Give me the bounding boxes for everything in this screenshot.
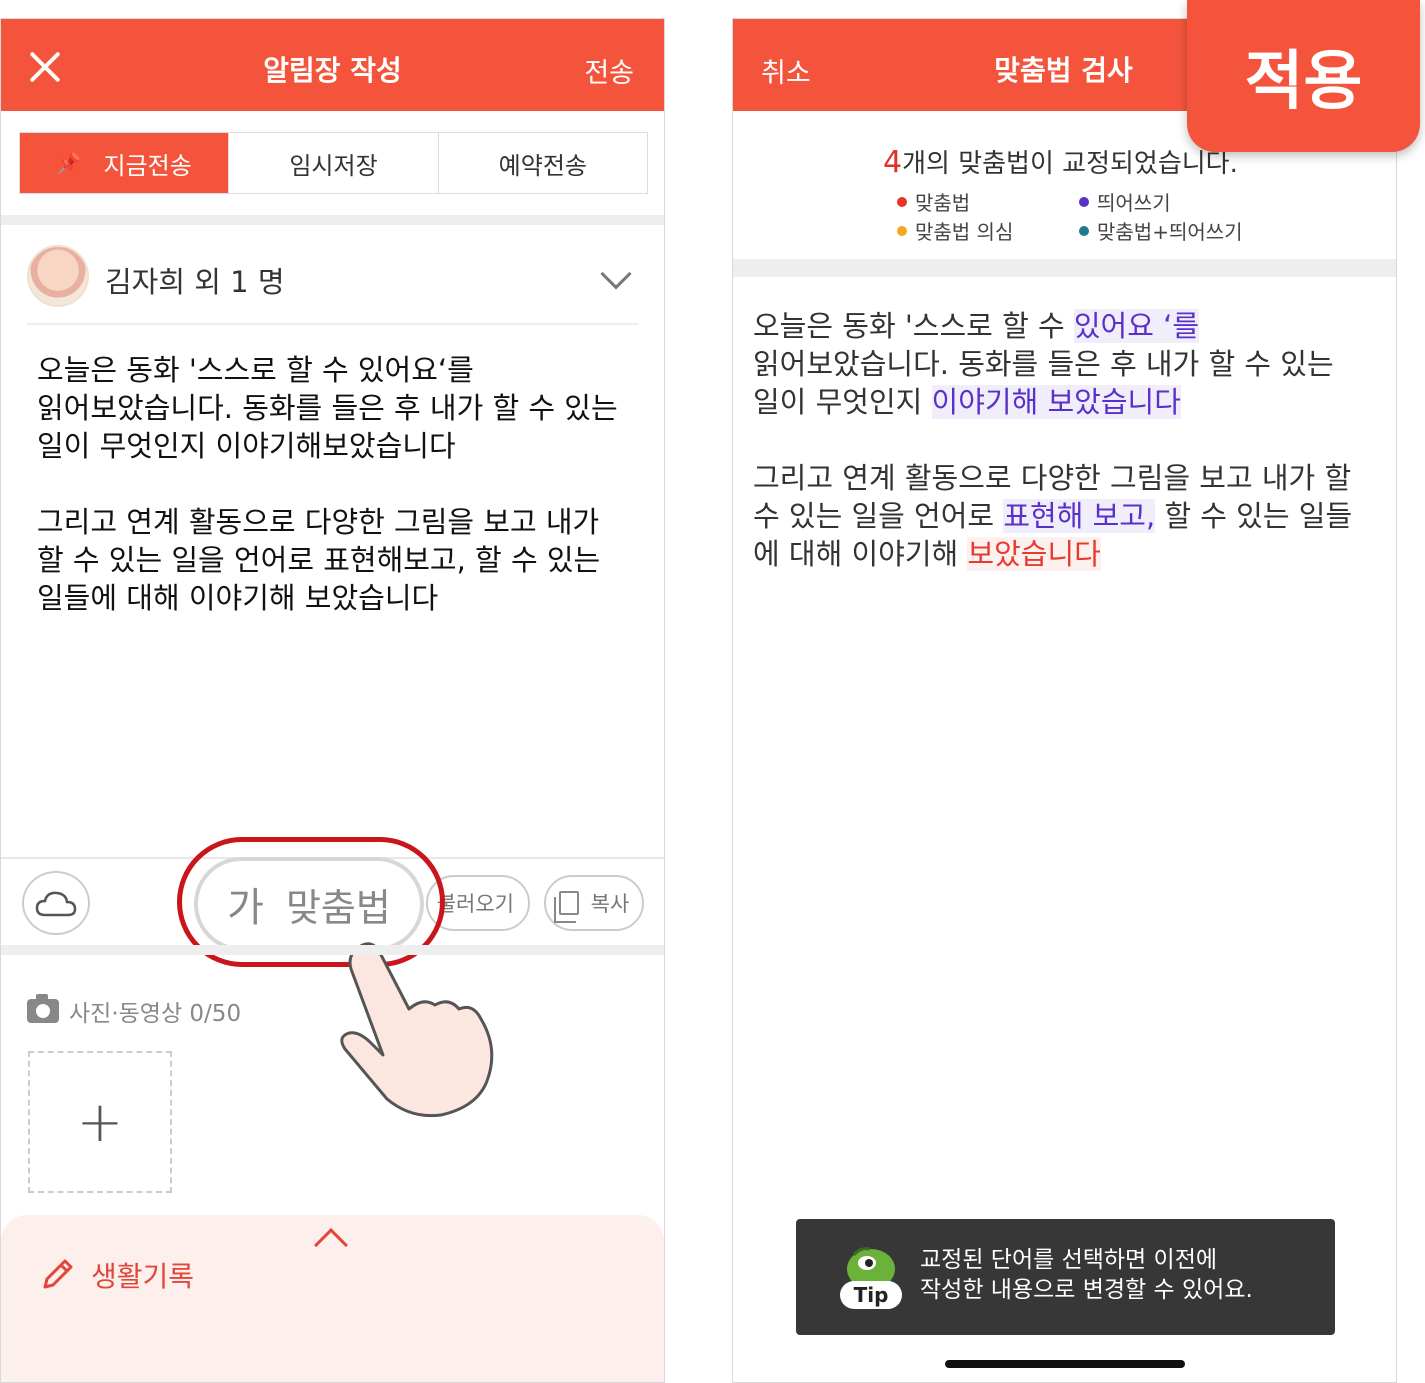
corrected-paragraph-2: 그리고 연계 활동으로 다양한 그림을 보고 내가 할 수 있는 일을 언어로 … bbox=[753, 459, 1378, 573]
tab-label: 예약전송 bbox=[498, 151, 587, 180]
tab-send-now[interactable]: 📌 지금전송 bbox=[20, 133, 230, 193]
legend-label: 맞춤법 bbox=[915, 191, 971, 215]
text-line: 읽어보았습니다. 동화를 들은 후 내가 할 수 있는 bbox=[753, 347, 1334, 381]
legend-dot bbox=[897, 196, 907, 207]
page-title: 알림장 작성 bbox=[263, 54, 402, 87]
tab-label: 지금전송 bbox=[103, 151, 192, 180]
chevron-down-icon[interactable] bbox=[600, 258, 632, 290]
legend-label: 맞춤법+띄어쓰기 bbox=[1097, 220, 1243, 244]
legend-item-spacing: 띄어쓰기 bbox=[1079, 187, 1171, 216]
apply-button[interactable]: 적용 bbox=[1187, 0, 1420, 152]
correction-spacing[interactable]: 이야기해 보았습니다 bbox=[931, 385, 1181, 419]
pencil-icon bbox=[43, 1259, 73, 1289]
copy-button[interactable]: 복사 bbox=[544, 875, 644, 931]
pointing-hand-icon bbox=[340, 942, 494, 1118]
divider bbox=[1, 215, 664, 225]
copy-label: 복사 bbox=[590, 892, 630, 916]
tip-line: 교정된 단어를 선택하면 이전에 bbox=[920, 1247, 1218, 1273]
copy-icon bbox=[553, 891, 579, 923]
spellcheck-screen: 취소 맞춤법 검사 4개의 맞춤법이 교정되었습니다. 맞춤법 띄어쓰기 맞춤법… bbox=[732, 18, 1397, 1383]
tip-badge: Tip bbox=[840, 1281, 902, 1309]
tip-toast: Tip 교정된 단어를 선택하면 이전에 작성한 내용으로 변경할 수 있어요. bbox=[796, 1219, 1335, 1335]
header: 알림장 작성 전송 bbox=[1, 19, 664, 111]
legend-dot bbox=[897, 225, 907, 236]
media-count-label: 사진·동영상 0/50 bbox=[69, 1001, 242, 1027]
text-run: 할 수 있는 일들 bbox=[1155, 499, 1353, 533]
tab-label: 임시저장 bbox=[289, 151, 378, 180]
chevron-up-icon[interactable] bbox=[314, 1228, 348, 1262]
life-record-sheet: 생활기록 bbox=[1, 1215, 664, 1382]
pin-icon: 📌 bbox=[56, 151, 82, 175]
divider bbox=[733, 259, 1396, 277]
text-run: 오늘은 동화 '스스로 할 수 bbox=[753, 309, 1074, 343]
notice-body-paragraph-1[interactable]: 오늘은 동화 '스스로 할 수 있어요‘를 읽어보았습니다. 동화를 들은 후 … bbox=[37, 351, 647, 465]
add-media-button[interactable]: + bbox=[28, 1051, 172, 1193]
notice-body-paragraph-2[interactable]: 그리고 연계 활동으로 다양한 그림을 보고 내가 할 수 있는 일을 언어로 … bbox=[37, 503, 647, 617]
send-button[interactable]: 전송 bbox=[584, 51, 634, 90]
legend-label: 맞춤법 의심 bbox=[915, 220, 1014, 244]
text-run: 일이 무엇인지 bbox=[753, 385, 932, 419]
correction-count: 4 bbox=[883, 145, 903, 180]
cloud-button[interactable] bbox=[22, 871, 90, 935]
life-record-label: 생활기록 bbox=[91, 1260, 195, 1293]
recipient-name: 김자희 외 1 명 bbox=[105, 265, 285, 299]
cloud-icon bbox=[35, 891, 77, 917]
tab-scheduled-send[interactable]: 예약전송 bbox=[439, 133, 647, 193]
correction-summary: 4개의 맞춤법이 교정되었습니다. bbox=[883, 143, 1238, 180]
legend-item-suspected: 맞춤법 의심 bbox=[897, 216, 1013, 245]
text-line: 그리고 연계 활동으로 다양한 그림을 보고 내가 할 bbox=[753, 461, 1352, 495]
compose-notice-screen: 알림장 작성 전송 📌 지금전송 임시저장 예약전송 김자희 외 1 명 오늘은… bbox=[0, 18, 665, 1383]
avatar bbox=[27, 245, 89, 307]
tab-save-draft[interactable]: 임시저장 bbox=[229, 133, 439, 193]
life-record-button[interactable]: 생활기록 bbox=[39, 1255, 194, 1295]
legend-item-spelling-spacing: 맞춤법+띄어쓰기 bbox=[1079, 216, 1243, 245]
correction-spacing[interactable]: 표현해 보고, bbox=[1003, 499, 1156, 533]
tip-text: 교정된 단어를 선택하면 이전에 작성한 내용으로 변경할 수 있어요. bbox=[920, 1245, 1253, 1305]
text-run: 에 대해 이야기해 bbox=[753, 537, 968, 571]
recipient-selector[interactable]: 김자희 외 1 명 bbox=[27, 245, 639, 325]
text-run: 수 있는 일을 언어로 bbox=[753, 499, 1004, 533]
legend-dot bbox=[1079, 225, 1089, 236]
corrected-paragraph-1: 오늘은 동화 '스스로 할 수 있어요 ‘를 읽어보았습니다. 동화를 들은 후… bbox=[753, 307, 1378, 421]
send-mode-tabs: 📌 지금전송 임시저장 예약전송 bbox=[19, 132, 648, 194]
tip-line: 작성한 내용으로 변경할 수 있어요. bbox=[920, 1277, 1253, 1303]
correction-summary-text: 개의 맞춤법이 교정되었습니다. bbox=[902, 149, 1238, 179]
divider bbox=[1, 945, 664, 955]
legend-item-spelling: 맞춤법 bbox=[897, 187, 970, 216]
legend-label: 띄어쓰기 bbox=[1097, 191, 1171, 215]
correction-spacing[interactable]: 있어요 ‘를 bbox=[1073, 309, 1200, 343]
correction-spelling[interactable]: 보았습니다 bbox=[967, 537, 1101, 571]
media-header: 사진·동영상 0/50 bbox=[27, 994, 241, 1028]
legend-dot bbox=[1079, 196, 1089, 207]
camera-icon bbox=[27, 994, 59, 1023]
home-indicator bbox=[944, 1360, 1185, 1368]
